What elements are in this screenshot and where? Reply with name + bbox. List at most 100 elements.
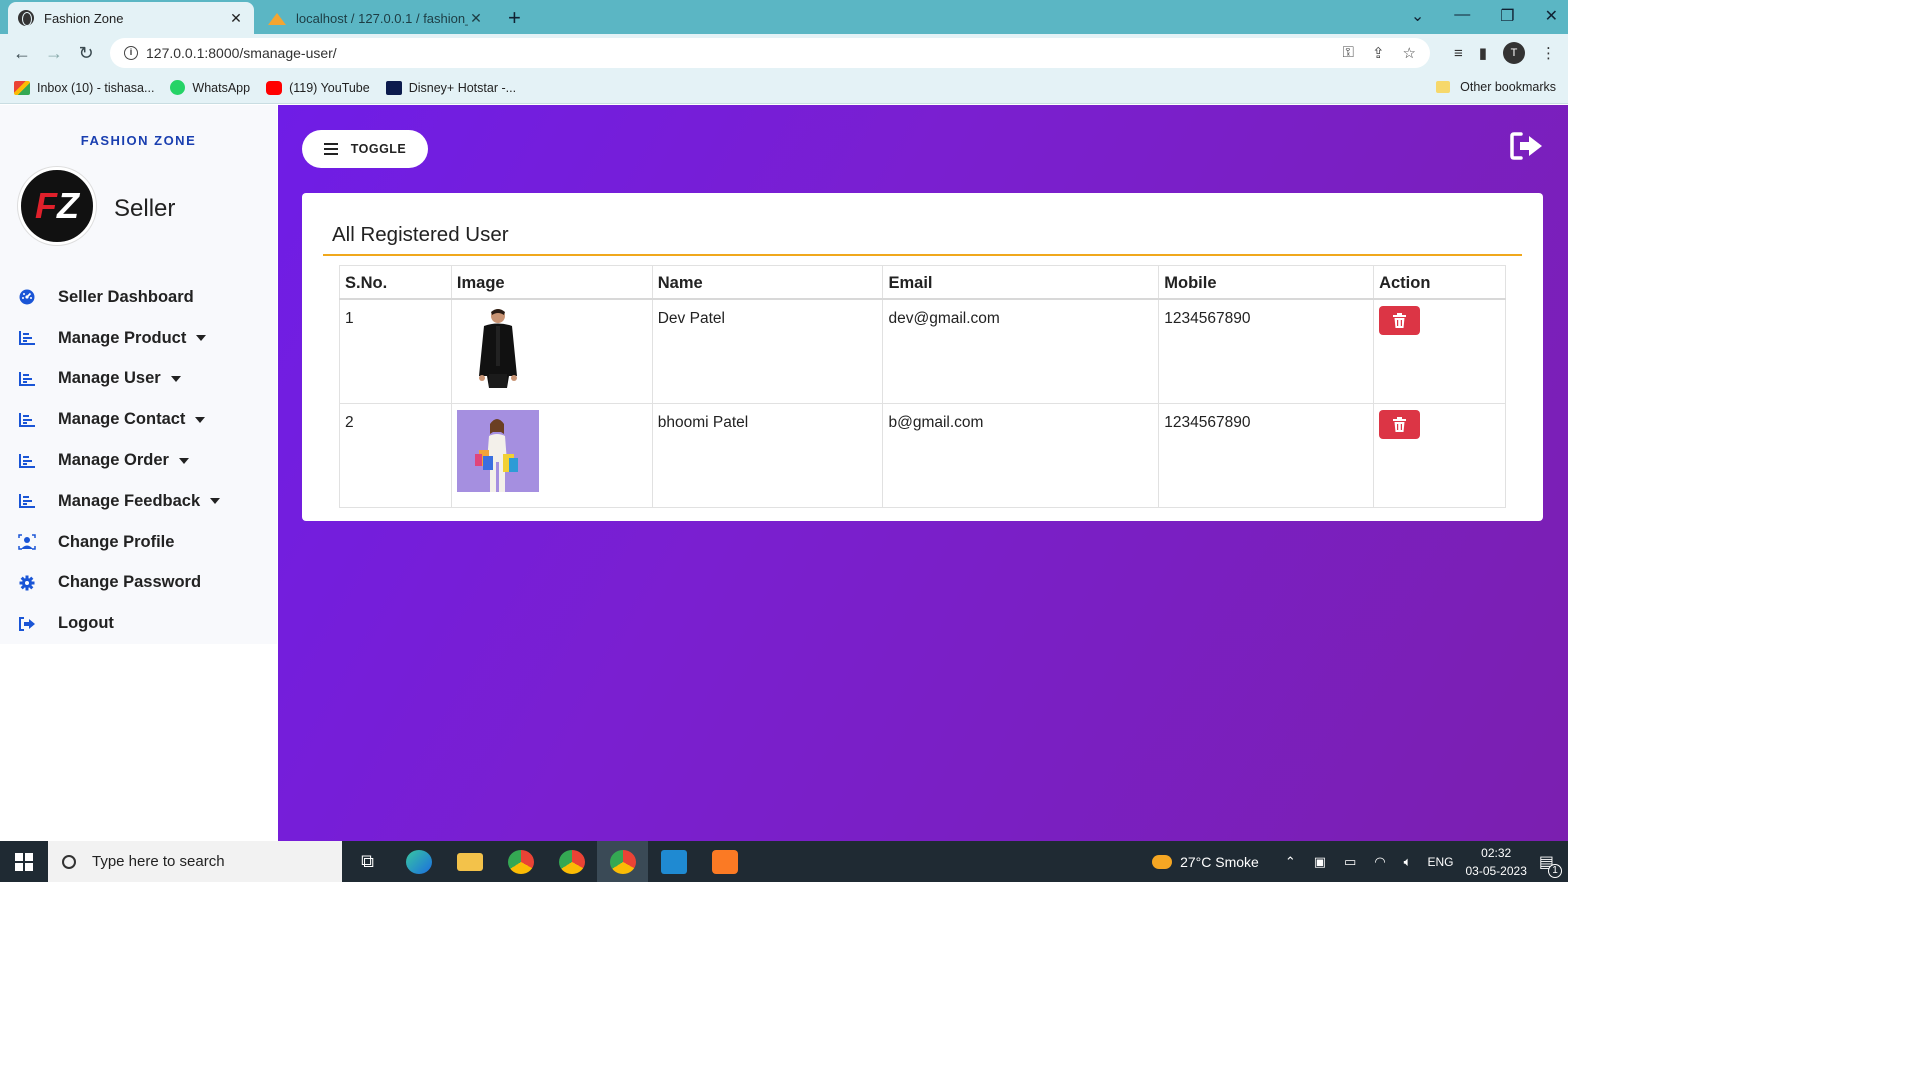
reading-list-icon[interactable]: ≡ (1454, 45, 1463, 62)
cell-action (1373, 402, 1506, 508)
table-row: 1 Dev Patel dev@gmail.com 1234567890 (339, 298, 1506, 404)
omnibox-actions: ⚿ ⇪ ☆ (1343, 44, 1416, 62)
cell-email: dev@gmail.com (882, 298, 1160, 404)
chrome-icon[interactable] (495, 841, 546, 882)
user-photo-man (456, 305, 539, 388)
sidebar-item-manage-user[interactable]: Manage User (0, 359, 277, 400)
side-panel-icon[interactable]: ▮ (1479, 44, 1487, 62)
battery-icon[interactable]: ▭ (1344, 854, 1356, 870)
delete-button[interactable] (1379, 305, 1421, 335)
delete-button[interactable] (1379, 409, 1421, 439)
search-placeholder: Type here to search (92, 853, 225, 870)
back-icon[interactable]: ← (6, 43, 38, 64)
col-name: Name (651, 265, 884, 300)
task-view-icon[interactable]: ⧉ (342, 841, 393, 882)
chrome-icon[interactable] (546, 841, 597, 882)
tab-title: localhost / 127.0.0.1 / fashion_zo (296, 10, 468, 26)
sidebar-item-label: Manage Product (58, 328, 187, 347)
caret-down-icon (210, 498, 221, 505)
profile-avatar[interactable]: T (1503, 42, 1525, 64)
tab-search-icon[interactable]: ⌄ (1411, 6, 1424, 26)
bookmark-hotstar[interactable]: Disney+ Hotstar -... (385, 80, 516, 95)
col-image: Image (450, 265, 653, 300)
edge-icon[interactable] (393, 841, 444, 882)
share-icon[interactable]: ⇪ (1372, 44, 1385, 62)
other-bookmarks[interactable]: Other bookmarks (1436, 80, 1556, 94)
reload-icon[interactable]: ↻ (70, 43, 102, 64)
start-button[interactable] (0, 841, 48, 882)
close-icon[interactable]: ✕ (228, 10, 244, 27)
fashion-zone-logo: FZ (18, 167, 96, 245)
user-profile-icon (18, 534, 36, 550)
clock-date: 03-05-2023 (1465, 863, 1527, 878)
wifi-icon[interactable]: ◠ (1374, 854, 1385, 870)
bookmark-label: Inbox (10) - tishasa... (37, 80, 155, 95)
forward-icon[interactable]: → (38, 43, 70, 64)
sign-out-icon[interactable] (1510, 131, 1544, 161)
tab-fashion-zone[interactable]: Fashion Zone ✕ (8, 2, 254, 34)
cell-mobile: 1234567890 (1158, 298, 1375, 404)
vscode-icon[interactable] (648, 841, 699, 882)
bookmark-label: (119) YouTube (289, 80, 370, 95)
bookmark-whatsapp[interactable]: WhatsApp (170, 80, 250, 95)
key-icon[interactable]: ⚿ (1343, 44, 1354, 62)
taskbar-search-input[interactable]: Type here to search (48, 841, 342, 882)
file-explorer-icon[interactable] (444, 841, 495, 882)
sidebar-item-manage-contact[interactable]: Manage Contact (0, 399, 277, 440)
bookmarks-bar: Inbox (10) - tishasa... WhatsApp (119) Y… (0, 72, 1568, 104)
bars-icon (18, 412, 36, 428)
notification-count: 1 (1548, 863, 1562, 878)
youtube-icon (266, 80, 283, 95)
sidebar-menu: Seller Dashboard Manage Product Manage U… (0, 277, 277, 644)
sidebar-item-manage-order[interactable]: Manage Order (0, 440, 277, 481)
weather-text[interactable]: 27°C Smoke (1180, 854, 1259, 870)
brand-title[interactable]: FASHION ZONE (0, 133, 277, 148)
meet-icon[interactable]: ▣ (1314, 854, 1326, 870)
sidebar-item-logout[interactable]: Logout (0, 603, 277, 644)
cell-email: b@gmail.com (882, 402, 1160, 508)
restore-button[interactable]: ❐ (1500, 6, 1514, 26)
hotstar-icon (385, 80, 402, 95)
caret-down-icon (195, 416, 206, 423)
sidebar-item-label: Manage Feedback (58, 491, 201, 510)
gmail-icon (14, 80, 30, 95)
window-close-button[interactable]: ✕ (1545, 6, 1558, 26)
xampp-icon[interactable] (699, 841, 750, 882)
sidebar-item-manage-feedback[interactable]: Manage Feedback (0, 481, 277, 522)
toggle-button[interactable]: TOGGLE (302, 130, 428, 168)
close-icon[interactable]: ✕ (468, 10, 484, 27)
new-tab-button[interactable]: + (508, 5, 521, 31)
registered-users-card: All Registered User S.No. Image Name Ema… (302, 193, 1543, 521)
chevron-up-icon[interactable]: ⌃ (1285, 854, 1296, 870)
sidebar-item-change-profile[interactable]: Change Profile (0, 522, 277, 563)
sidebar-item-label: Change Password (58, 573, 202, 592)
chrome-active-icon[interactable] (597, 841, 648, 882)
title-underline (323, 254, 1522, 256)
cell-sno: 1 (339, 298, 452, 404)
bookmark-youtube[interactable]: (119) YouTube (266, 80, 370, 95)
role-label: Seller (114, 195, 176, 222)
tab-phpmyadmin[interactable]: localhost / 127.0.0.1 / fashion_zo ✕ (258, 2, 494, 34)
windows-icon (15, 852, 33, 871)
sidebar-item-change-password[interactable]: Change Password (0, 563, 277, 604)
sidebar-item-manage-product[interactable]: Manage Product (0, 318, 277, 359)
sidebar-item-label: Manage User (58, 369, 161, 388)
minimize-button[interactable]: — (1454, 6, 1470, 26)
sidebar-item-label: Logout (58, 614, 114, 633)
bookmark-gmail[interactable]: Inbox (10) - tishasa... (14, 80, 155, 95)
menu-kebab-icon[interactable]: ⋮ (1541, 44, 1556, 62)
cell-name: Dev Patel (651, 298, 884, 404)
search-icon (62, 854, 76, 869)
trash-icon (1393, 312, 1407, 328)
sidebar-item-seller-dashboard[interactable]: Seller Dashboard (0, 277, 277, 318)
site-info-icon[interactable]: i (124, 46, 138, 60)
volume-icon[interactable]: 🔈︎ (1404, 854, 1412, 870)
notifications-icon[interactable]: ▤ 1 (1539, 852, 1562, 878)
star-icon[interactable]: ☆ (1403, 44, 1416, 62)
language-indicator[interactable]: ENG (1427, 855, 1453, 869)
sidebar-item-label: Change Profile (58, 532, 175, 551)
address-bar[interactable]: i 127.0.0.1:8000/smanage-user/ ⚿ ⇪ ☆ (110, 38, 1430, 68)
sidebar-item-label: Manage Order (58, 451, 169, 470)
clock[interactable]: 02:32 03-05-2023 (1465, 844, 1526, 880)
hamburger-icon (323, 143, 338, 155)
